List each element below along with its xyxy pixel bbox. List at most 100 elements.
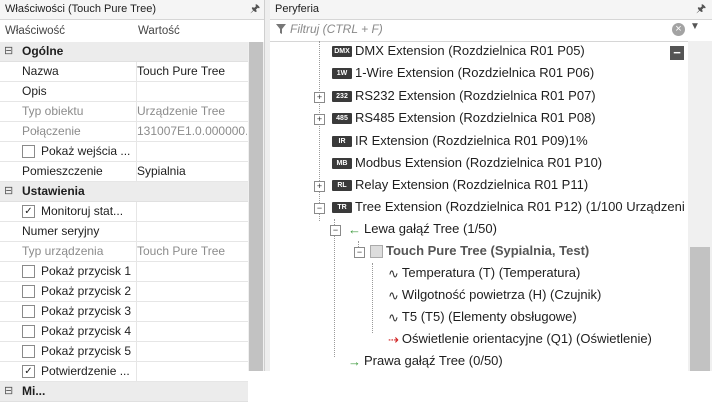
property-value[interactable] <box>136 322 247 341</box>
node-label: Tree Extension (Rozdzielnica R01 P12) (1… <box>355 199 685 214</box>
property-label: Pokaż wejścia ... <box>41 144 131 158</box>
monitor-checkbox[interactable]: ✓ <box>22 205 35 218</box>
show-inputs-checkbox[interactable] <box>22 145 35 158</box>
property-label: Pokaż przycisk 4 <box>41 324 131 338</box>
property-row-button-2[interactable]: Pokaż przycisk 2 <box>0 282 248 302</box>
property-value[interactable] <box>136 302 247 321</box>
peripherals-scrollbar-thumb[interactable] <box>690 247 710 371</box>
properties-scrollbar-thumb[interactable] <box>249 42 263 371</box>
tree-node-rs485[interactable]: 485 RS485 Extension (Rozdzielnica R01 P08… <box>332 108 596 128</box>
category-general[interactable]: ⊟ Ogólne <box>0 42 248 62</box>
property-row-serial[interactable]: Numer seryjny <box>0 222 248 242</box>
property-value: Touch Pure Tree <box>136 242 247 261</box>
pin-icon[interactable]: 🖈 <box>250 0 260 19</box>
property-column-label[interactable]: Właściwość <box>5 20 65 42</box>
property-value[interactable] <box>136 262 247 281</box>
button-5-checkbox[interactable] <box>22 345 35 358</box>
tree-node-modbus[interactable]: MB Modbus Extension (Rozdzielnica R01 P10… <box>332 153 602 173</box>
collapse-icon[interactable]: − <box>314 203 325 214</box>
collapse-icon[interactable]: ⊟ <box>4 182 13 201</box>
property-label: Pokaż przycisk 5 <box>41 344 131 358</box>
node-label: Touch Pure Tree (Sypialnia, Test) <box>386 243 590 258</box>
device-icon: 232 <box>332 91 352 103</box>
peripherals-scrollbar[interactable] <box>688 41 712 371</box>
tree-node-onewire[interactable]: 1W 1-Wire Extension (Rozdzielnica R01 P06… <box>332 63 594 83</box>
properties-panel-title: Właściwości (Touch Pure Tree) 🖈 <box>0 0 264 20</box>
device-icon: IR <box>332 136 352 148</box>
property-row-confirmation[interactable]: ✓ Potwierdzenie ... <box>0 362 248 382</box>
filter-bar[interactable]: Filtruj (CTRL + F) × ▼ <box>270 19 712 42</box>
output-arrow-icon: ⇢ <box>388 331 399 347</box>
property-label: Monitoruj stat... <box>41 204 124 218</box>
property-value[interactable] <box>136 362 247 381</box>
property-row-show-inputs[interactable]: Pokaż wejścia ... <box>0 142 248 162</box>
filter-input[interactable]: Filtruj (CTRL + F) <box>290 22 383 36</box>
expand-icon[interactable]: + <box>314 181 325 192</box>
property-row-monitor[interactable]: ✓ Monitoruj stat... <box>0 202 248 222</box>
tree-node-dmx[interactable]: DMX DMX Extension (Rozdzielnica R01 P05) <box>332 41 585 61</box>
tree-node-tree-extension[interactable]: TR Tree Extension (Rozdzielnica R01 P12) … <box>332 197 685 217</box>
property-row-button-4[interactable]: Pokaż przycisk 4 <box>0 322 248 342</box>
property-row-name[interactable]: Nazwa Touch Pure Tree <box>0 62 248 82</box>
pin-icon[interactable]: 🖈 <box>696 0 706 19</box>
chevron-down-icon[interactable]: ▼ <box>690 21 700 32</box>
tree-node-relay[interactable]: RL Relay Extension (Rozdzielnica R01 P11) <box>332 175 588 195</box>
clear-filter-icon[interactable]: × <box>672 23 685 36</box>
tree-node-temperature[interactable]: ∿ Temperatura (T) (Temperatura) <box>388 263 580 283</box>
property-label: Typ urządzenia <box>22 244 104 258</box>
branch-arrow-icon: ← <box>348 221 361 237</box>
confirmation-checkbox[interactable]: ✓ <box>22 365 35 378</box>
tree-node-touch-pure-tree[interactable]: Touch Pure Tree (Sypialnia, Test) <box>370 241 589 261</box>
property-value[interactable] <box>136 282 247 301</box>
property-value[interactable] <box>136 202 247 221</box>
property-value[interactable] <box>136 222 247 241</box>
property-row-room[interactable]: Pomieszczenie Sypialnia <box>0 162 248 182</box>
property-value[interactable] <box>136 142 247 161</box>
property-label: Pokaż przycisk 3 <box>41 304 131 318</box>
collapse-all-button[interactable]: − <box>670 46 684 60</box>
property-label: Typ obiektu <box>22 104 84 118</box>
property-value[interactable]: Touch Pure Tree <box>136 62 247 81</box>
tree-node-ir[interactable]: IR IR Extension (Rozdzielnica R01 P09)1% <box>332 131 588 151</box>
property-row-button-5[interactable]: Pokaż przycisk 5 <box>0 342 248 362</box>
tree-node-right-branch[interactable]: → Prawa gałąź Tree (0/50) <box>348 351 503 371</box>
property-row-connection: Połączenie 131007E1.0.000000... <box>0 122 248 142</box>
property-row-description[interactable]: Opis <box>0 82 248 102</box>
expand-icon[interactable]: + <box>314 92 325 103</box>
device-icon: MB <box>332 158 352 170</box>
property-value[interactable] <box>136 342 247 361</box>
property-value[interactable]: Sypialnia <box>136 162 247 181</box>
property-row-button-1[interactable]: Pokaż przycisk 1 <box>0 262 248 282</box>
tree-node-t5[interactable]: ∿ T5 (T5) (Elementy obsługowe) <box>388 307 577 327</box>
node-label: RS232 Extension (Rozdzielnica R01 P07) <box>355 88 596 103</box>
node-label: Wilgotność powietrza (H) (Czujnik) <box>401 287 602 302</box>
property-label: Pomieszczenie <box>22 164 103 178</box>
button-3-checkbox[interactable] <box>22 305 35 318</box>
tree-node-light[interactable]: ⇢ Oświetlenie orientacyjne (Q1) (Oświetle… <box>388 329 652 349</box>
button-1-checkbox[interactable] <box>22 265 35 278</box>
tree-guide-line <box>372 263 373 333</box>
collapse-icon[interactable]: ⊟ <box>4 382 13 401</box>
tree-node-humidity[interactable]: ∿ Wilgotność powietrza (H) (Czujnik) <box>388 285 601 305</box>
collapse-icon[interactable]: − <box>330 225 341 236</box>
sensor-wave-icon: ∿ <box>388 265 399 281</box>
tree-node-left-branch[interactable]: ← Lewa gałąź Tree (1/50) <box>348 219 497 239</box>
collapse-icon[interactable]: ⊟ <box>4 42 13 61</box>
expand-icon[interactable]: + <box>314 114 325 125</box>
branch-arrow-icon: → <box>348 353 361 369</box>
tree-node-rs232[interactable]: 232 RS232 Extension (Rozdzielnica R01 P07… <box>332 86 596 106</box>
properties-scrollbar[interactable] <box>248 42 264 371</box>
property-row-button-3[interactable]: Pokaż przycisk 3 <box>0 302 248 322</box>
property-value[interactable] <box>136 82 247 101</box>
node-label: Relay Extension (Rozdzielnica R01 P11) <box>355 177 589 192</box>
peripherals-panel: Peryferia 🖈 Filtruj (CTRL + F) × ▼ DMX DM… <box>270 0 712 371</box>
property-label: Nazwa <box>22 64 59 78</box>
property-row-object-type: Typ obiektu Urządzenie Tree <box>0 102 248 122</box>
collapse-icon[interactable]: − <box>354 247 365 258</box>
category-partial[interactable]: ⊟ Mi... <box>0 382 248 402</box>
filter-icon <box>276 24 286 34</box>
value-column-label[interactable]: Wartość <box>138 20 180 42</box>
category-settings[interactable]: ⊟ Ustawienia <box>0 182 248 202</box>
button-4-checkbox[interactable] <box>22 325 35 338</box>
button-2-checkbox[interactable] <box>22 285 35 298</box>
